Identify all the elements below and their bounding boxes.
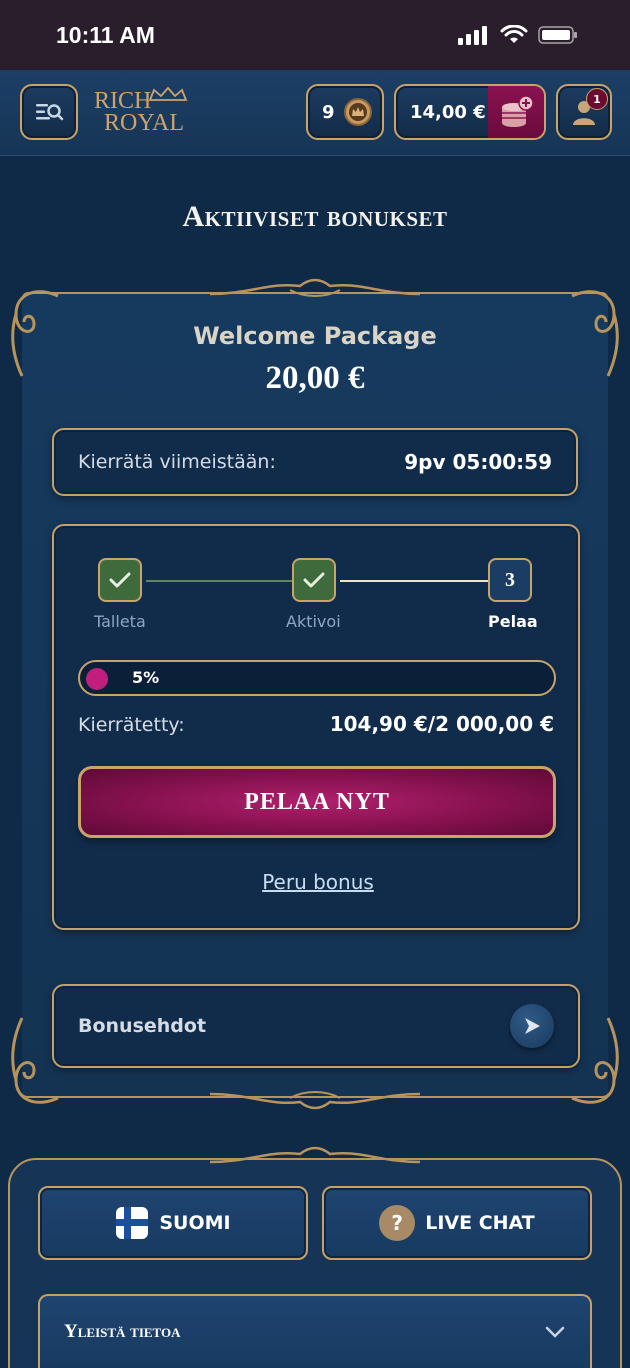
step-label-deposit: Talleta xyxy=(94,612,146,631)
live-chat-label: LIVE CHAT xyxy=(425,1212,535,1234)
terms-open-button[interactable] xyxy=(510,1004,554,1048)
step-deposit xyxy=(98,558,142,602)
balance-button[interactable]: 14,00 € xyxy=(394,84,546,140)
finland-flag-icon xyxy=(116,1207,149,1239)
deadline-label: Kierrätä viimeistään: xyxy=(78,451,276,473)
wifi-icon xyxy=(500,25,528,43)
language-label: SUOMI xyxy=(159,1212,231,1234)
profile-button[interactable]: 1 xyxy=(556,84,612,140)
language-button[interactable]: SUOMI xyxy=(38,1186,308,1260)
bonus-name: Welcome Package xyxy=(193,322,437,350)
wagering-deadline: Kierrätä viimeistään: 9pv 05:00:59 xyxy=(52,428,578,496)
menu-button[interactable] xyxy=(20,84,78,140)
wagered-value: 104,90 €/2 000,00 € xyxy=(329,712,554,736)
coin-stack-plus-icon xyxy=(502,95,534,127)
status-time: 10:11 AM xyxy=(56,21,155,48)
help-icon: ? xyxy=(379,1205,416,1241)
bonus-amount: 20,00 € xyxy=(265,360,365,396)
cancel-bonus-link[interactable]: Peru bonus xyxy=(54,870,582,894)
menu-search-icon xyxy=(36,104,64,121)
notification-badge: 1 xyxy=(586,88,608,110)
status-icons xyxy=(458,25,578,45)
step-activate xyxy=(292,558,336,602)
chevron-right-icon xyxy=(525,1018,540,1034)
coins-count: 9 xyxy=(322,101,335,123)
step-play: 3 xyxy=(488,558,532,602)
balance-amount: 14,00 € xyxy=(410,101,486,123)
coins-button[interactable]: 9 xyxy=(306,84,384,140)
chevron-down-icon xyxy=(545,1326,565,1338)
progress-fill xyxy=(86,668,108,690)
crown-coin-icon xyxy=(343,98,372,126)
page-title: Aktiiviset bonukset xyxy=(182,200,448,233)
ornament-bottom xyxy=(210,1091,420,1110)
signal-icon xyxy=(458,26,487,45)
general-info-label: Yleistä tietoa xyxy=(64,1321,181,1342)
step-label-play: Pelaa xyxy=(488,612,538,631)
step-label-activate: Aktivoi xyxy=(286,612,341,631)
live-chat-button[interactable]: ? LIVE CHAT xyxy=(322,1186,592,1260)
battery-icon xyxy=(538,26,577,44)
wagering-progress-bar: 5% xyxy=(78,660,556,696)
wagered-label: Kierrätetty: xyxy=(78,714,185,736)
bonus-terms-row[interactable]: Bonusehdot xyxy=(52,984,580,1068)
deposit-button[interactable] xyxy=(488,86,544,138)
app-header: RICH ROYAL 9 14,00 € 1 xyxy=(0,70,630,156)
check-icon xyxy=(109,572,131,588)
bonus-progress-panel: 3 Talleta Aktivoi Pelaa 5% Kierrätetty: … xyxy=(52,524,580,930)
progress-percent: 5% xyxy=(132,668,160,687)
step-connector-2 xyxy=(340,580,490,582)
terms-label: Bonusehdot xyxy=(78,1015,207,1037)
status-bar: 10:11 AM xyxy=(0,0,630,70)
crown-icon xyxy=(148,86,188,101)
ornament-footer-top xyxy=(210,1146,420,1164)
logo[interactable]: RICH ROYAL xyxy=(92,86,196,142)
check-icon xyxy=(303,572,325,588)
ornament-top xyxy=(210,278,420,297)
step-connector-1 xyxy=(146,580,296,582)
logo-text-royal: ROYAL xyxy=(104,110,185,136)
deadline-countdown: 9pv 05:00:59 xyxy=(404,450,552,474)
general-info-accordion[interactable]: Yleistä tietoa xyxy=(38,1294,592,1368)
play-now-button[interactable]: PELAA NYT xyxy=(78,766,556,838)
